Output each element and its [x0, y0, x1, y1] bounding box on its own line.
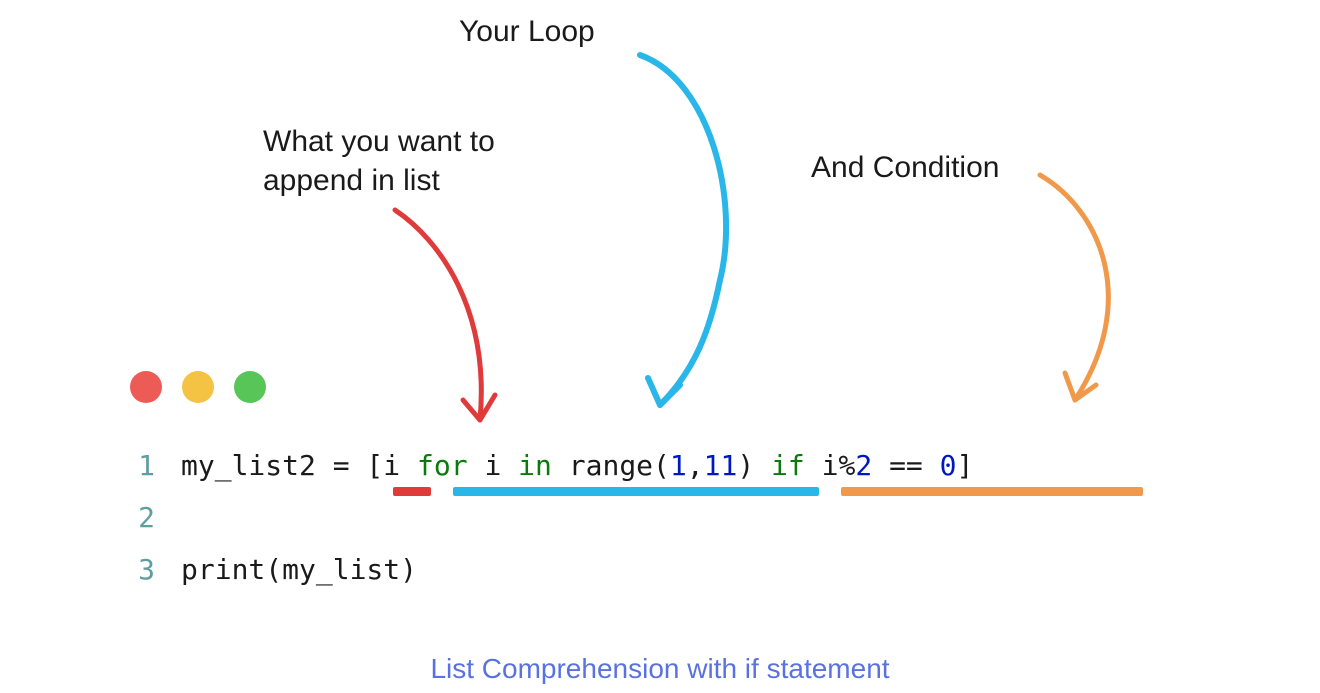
- code-text: my_list2 = [i for i in range(1,11) if i%…: [181, 440, 973, 492]
- annotation-append-l2: append in list: [263, 164, 440, 197]
- code-line-3: 3 print(my_list): [117, 544, 973, 596]
- code-line-1: 1 my_list2 = [i for i in range(1,11) if …: [117, 440, 973, 492]
- underline-append: [393, 487, 431, 496]
- lineno: 1: [117, 440, 155, 492]
- code-text: print(my_list): [181, 544, 417, 596]
- lineno: 3: [117, 544, 155, 596]
- dot-red: [130, 371, 162, 403]
- annotation-append: What you want to append in list: [263, 122, 495, 200]
- dot-green: [234, 371, 266, 403]
- underline-loop: [453, 487, 819, 496]
- code-block: 1 my_list2 = [i for i in range(1,11) if …: [117, 440, 973, 595]
- code-line-2: 2: [117, 492, 973, 544]
- lineno: 2: [117, 492, 155, 544]
- window-dots: [130, 371, 266, 403]
- annotation-loop: Your Loop: [459, 12, 595, 51]
- caption: List Comprehension with if statement: [0, 653, 1320, 685]
- underline-condition: [841, 487, 1143, 496]
- annotation-condition: And Condition: [811, 148, 999, 187]
- annotation-append-l1: What you want to: [263, 125, 495, 158]
- dot-yellow: [182, 371, 214, 403]
